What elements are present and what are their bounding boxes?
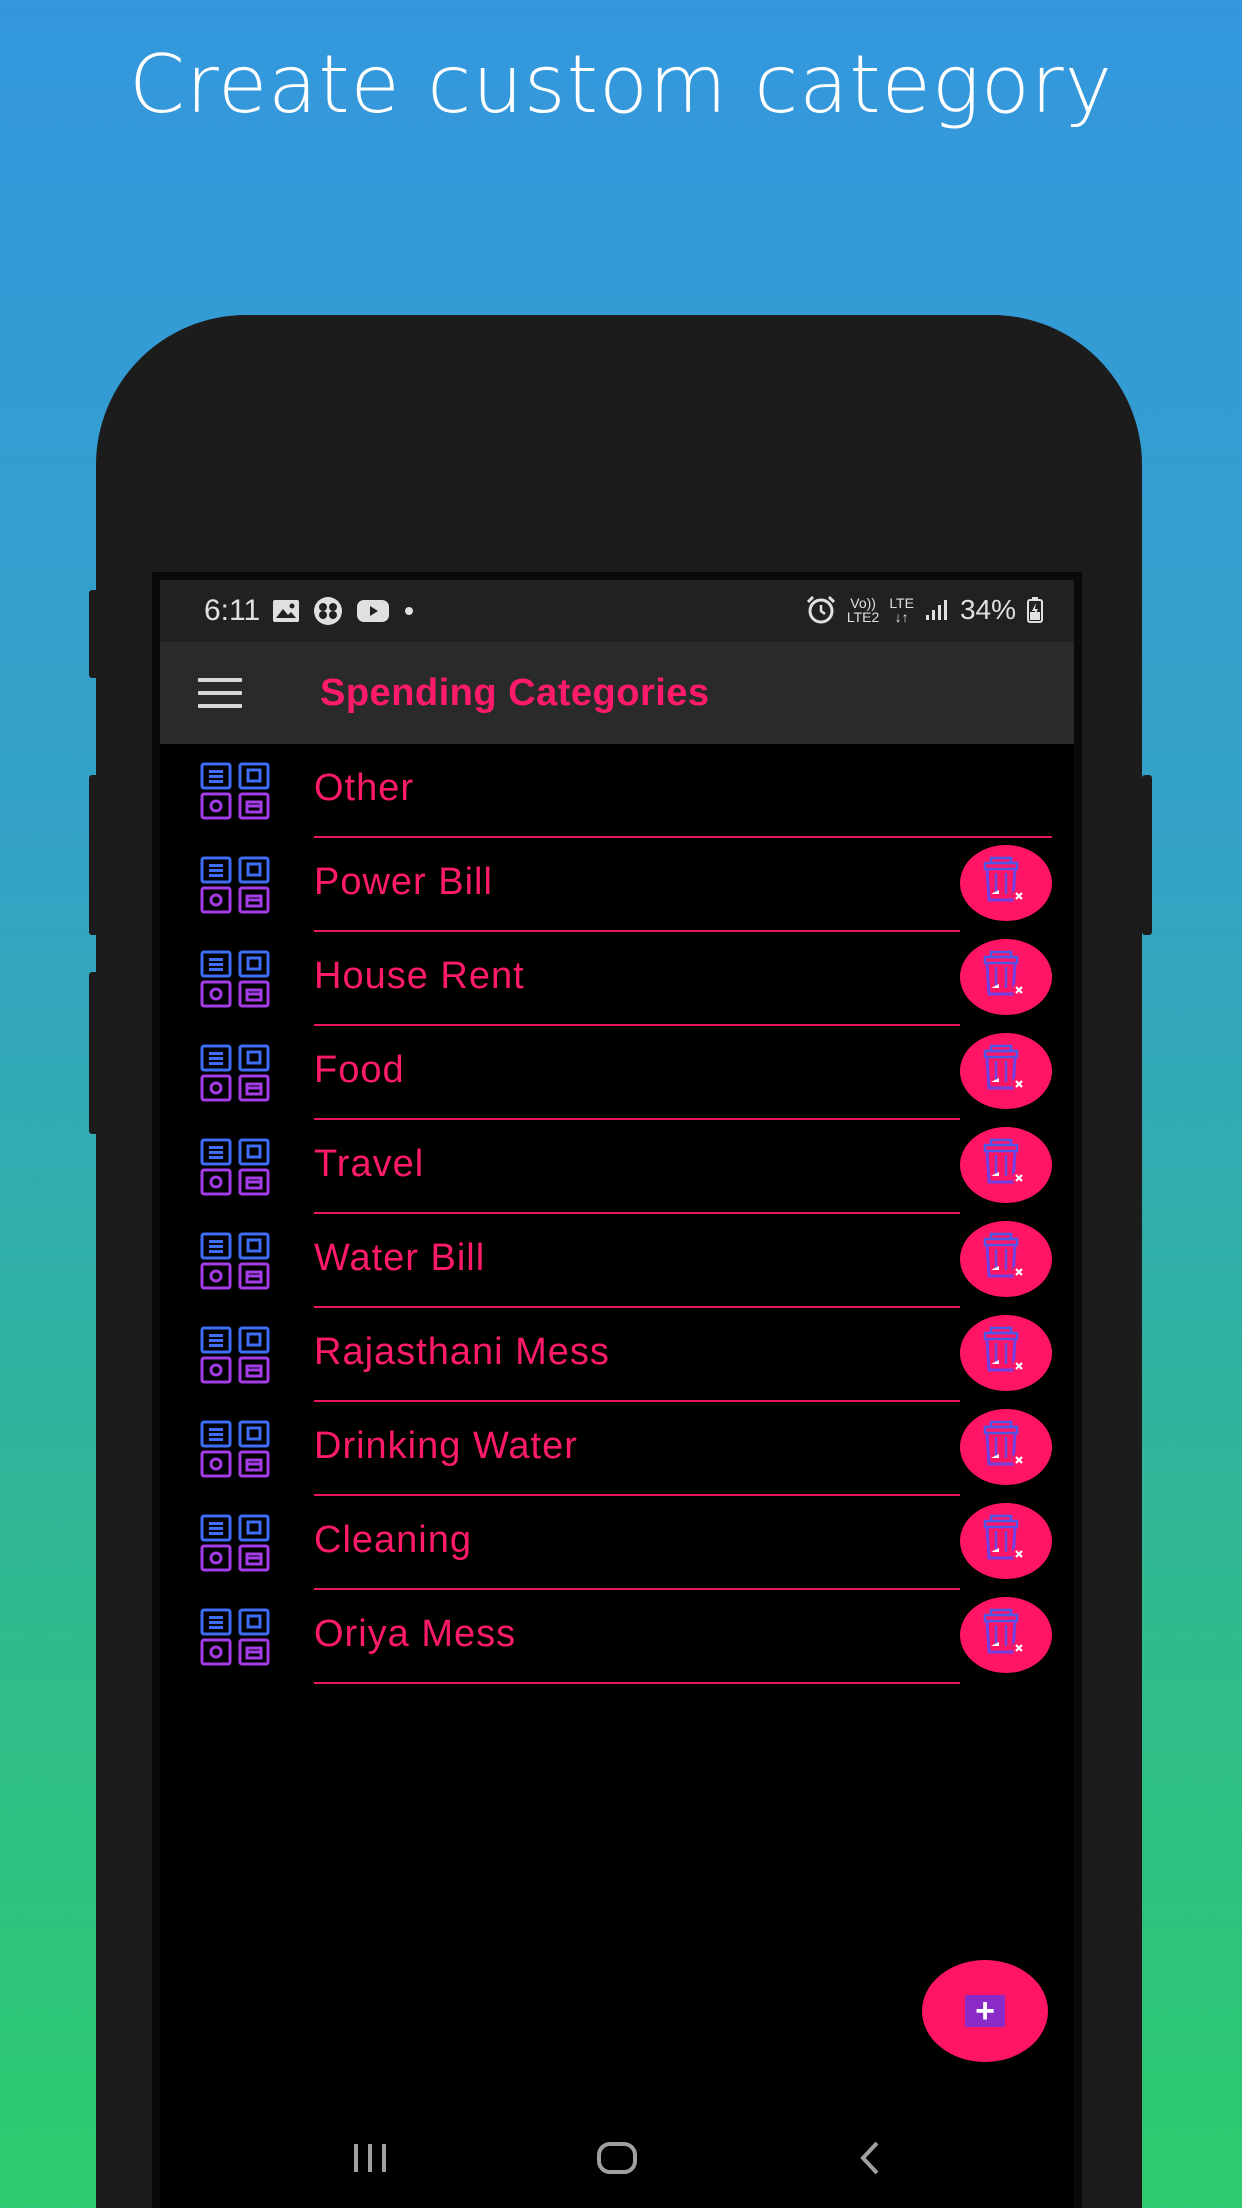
battery-icon (1027, 597, 1043, 623)
trash-icon (977, 1418, 1035, 1477)
category-grid-icon (200, 1420, 270, 1478)
signal-icon (925, 600, 947, 620)
app-icon (314, 597, 343, 625)
category-row[interactable]: Cleaning (160, 1496, 1074, 1590)
category-label: Travel (314, 1143, 425, 1185)
category-row[interactable]: Travel (160, 1120, 1074, 1214)
category-grid-icon (200, 1326, 270, 1384)
category-label: Other (314, 767, 415, 809)
delete-category-button[interactable] (960, 845, 1052, 921)
trash-icon (977, 1606, 1035, 1665)
category-grid-icon (200, 856, 270, 914)
delete-category-button[interactable] (960, 1315, 1052, 1391)
page-title: Spending Categories (320, 672, 710, 714)
trash-icon (977, 948, 1035, 1007)
category-list: Other Power Bill House Rent Food Travel Water… (160, 744, 1074, 1684)
trash-icon (977, 1042, 1035, 1101)
delete-category-button[interactable] (960, 1127, 1052, 1203)
image-icon (273, 600, 300, 622)
trash-icon (977, 1230, 1035, 1289)
category-grid-icon (200, 1232, 270, 1290)
delete-category-button[interactable] (960, 1221, 1052, 1297)
clock: 6:11 (204, 594, 261, 627)
home-icon[interactable] (567, 2100, 667, 2208)
category-grid-icon (200, 950, 270, 1008)
delete-category-button[interactable] (960, 1597, 1052, 1673)
trash-icon (977, 1136, 1035, 1195)
headline: Create custom category (128, 38, 1114, 131)
volume-up-button (89, 590, 99, 678)
system-navigation-bar (160, 2100, 1074, 2208)
trash-icon (977, 1324, 1035, 1383)
status-bar: 6:11 Vo)) LTE2 LTE ↓↑ 34% (160, 580, 1074, 642)
delete-category-button[interactable] (960, 939, 1052, 1015)
category-row[interactable]: Oriya Mess (160, 1590, 1074, 1684)
category-grid-icon (200, 1514, 270, 1572)
category-row[interactable]: Water Bill (160, 1214, 1074, 1308)
category-row[interactable]: Food (160, 1026, 1074, 1120)
battery-percent: 34% (959, 594, 1016, 625)
recents-icon[interactable] (320, 2100, 420, 2208)
category-grid-icon (200, 1608, 270, 1666)
category-label: Cleaning (314, 1519, 472, 1561)
add-category-button[interactable]: + (922, 1960, 1048, 2062)
hamburger-menu-icon[interactable] (198, 678, 242, 708)
dot-icon (405, 607, 414, 615)
category-grid-icon (200, 762, 270, 820)
alarm-icon (806, 595, 835, 624)
phone-screen: 6:11 Vo)) LTE2 LTE ↓↑ 34% Spending Categ… (152, 572, 1082, 2208)
category-grid-icon (200, 1044, 270, 1102)
category-row[interactable]: Rajasthani Mess (160, 1308, 1074, 1402)
category-label: Water Bill (314, 1237, 486, 1279)
category-row[interactable]: House Rent (160, 932, 1074, 1026)
trash-icon (977, 854, 1035, 913)
category-label: House Rent (314, 955, 525, 997)
category-label: Power Bill (314, 861, 493, 903)
category-row[interactable]: Other (160, 744, 1074, 838)
bixby-button (89, 972, 99, 1134)
volte-indicator: Vo)) LTE2 (846, 595, 880, 625)
category-row[interactable]: Power Bill (160, 838, 1074, 932)
category-row[interactable]: Drinking Water (160, 1402, 1074, 1496)
row-divider (314, 1682, 960, 1684)
category-label: Rajasthani Mess (314, 1331, 610, 1373)
delete-category-button[interactable] (960, 1033, 1052, 1109)
lte-indicator: LTE ↓↑ (889, 595, 914, 625)
plus-icon: + (965, 1994, 1005, 2028)
delete-category-button[interactable] (960, 1409, 1052, 1485)
app-bar: Spending Categories (160, 642, 1074, 744)
category-label: Drinking Water (314, 1425, 578, 1467)
delete-category-button[interactable] (960, 1503, 1052, 1579)
volume-down-button (89, 775, 99, 935)
power-button (1142, 775, 1152, 935)
category-label: Oriya Mess (314, 1613, 517, 1655)
back-icon[interactable] (820, 2100, 920, 2208)
trash-icon (977, 1512, 1035, 1571)
category-label: Food (314, 1049, 405, 1091)
youtube-icon (357, 600, 390, 622)
category-grid-icon (200, 1138, 270, 1196)
